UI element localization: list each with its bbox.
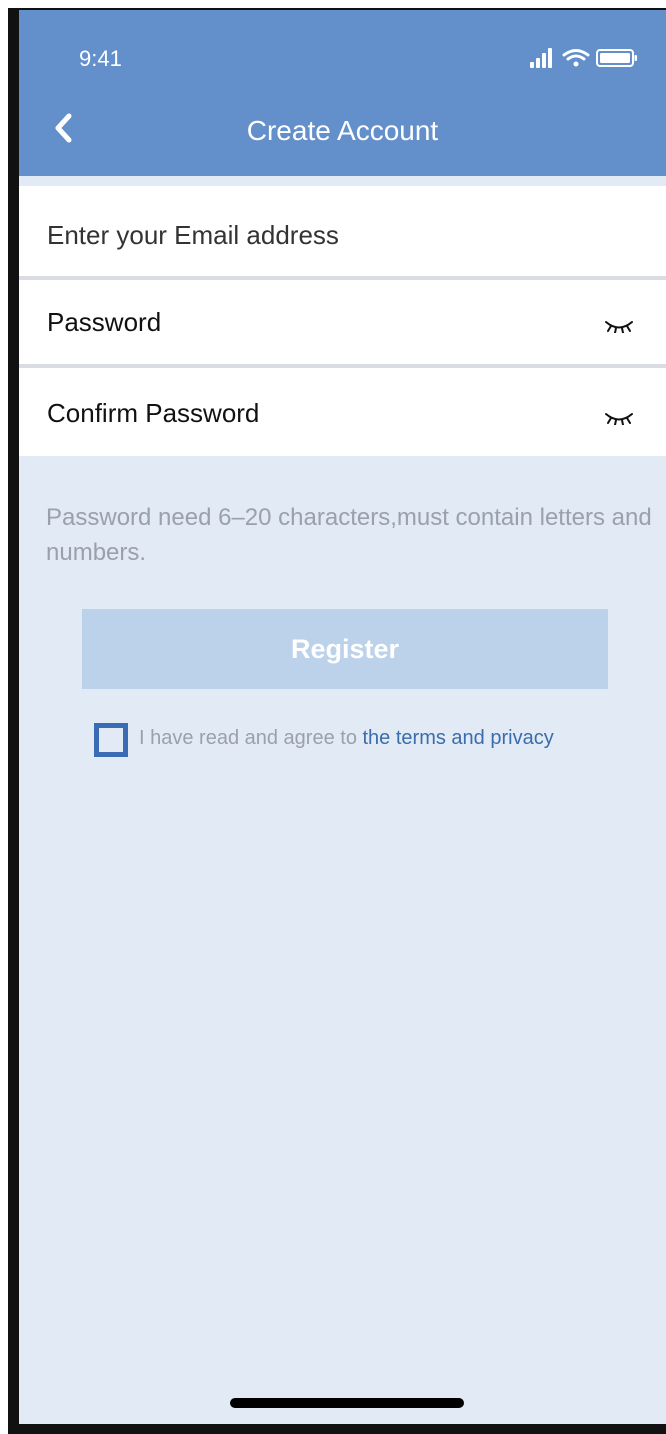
home-indicator[interactable] — [230, 1398, 464, 1408]
terms-privacy-link[interactable]: the terms and privacy — [363, 727, 554, 749]
confirm-password-label: Confirm Password — [47, 398, 260, 428]
header-bar: 9:41 Create Account — [19, 10, 666, 176]
password-field[interactable]: Password — [19, 280, 666, 364]
phone-screen: 9:41 Create Account Enter your Email add… — [19, 10, 666, 1424]
agree-checkbox[interactable] — [94, 723, 128, 757]
eye-closed-icon[interactable] — [604, 411, 634, 425]
frame-border-top — [8, 8, 666, 10]
battery-icon — [596, 49, 637, 67]
status-icons — [530, 48, 637, 68]
agreement-prefix: I have read and agree to — [139, 727, 363, 749]
app-frame: 9:41 Create Account Enter your Email add… — [0, 0, 666, 1434]
confirm-password-field[interactable]: Confirm Password — [19, 368, 666, 456]
email-field[interactable]: Enter your Email address — [19, 186, 666, 276]
signal-icon — [530, 48, 552, 68]
email-placeholder: Enter your Email address — [47, 220, 339, 250]
password-hint: Password need 6–20 characters,must conta… — [46, 504, 652, 566]
agreement-text: I have read and agree to the terms and p… — [139, 727, 554, 750]
eye-closed-icon[interactable] — [604, 319, 634, 333]
register-button[interactable]: Register — [82, 609, 608, 689]
frame-border-bottom — [8, 1424, 666, 1434]
page-title: Create Account — [246, 115, 439, 146]
frame-border-left — [8, 8, 19, 1434]
wifi-icon — [562, 49, 590, 67]
status-time: 9:41 — [79, 46, 122, 71]
password-label: Password — [47, 307, 162, 337]
